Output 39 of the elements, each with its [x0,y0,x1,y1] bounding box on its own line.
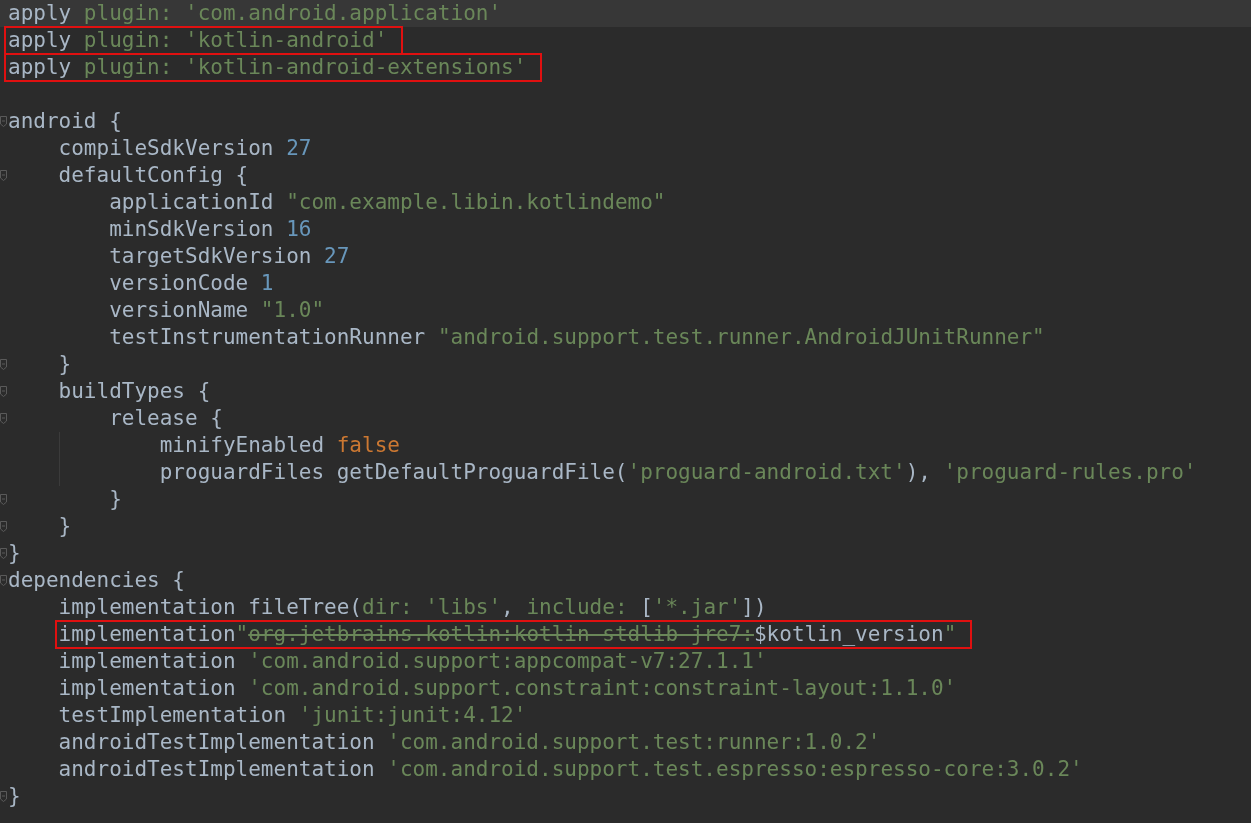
code-line: applicationId "com.example.libin.kotlindemo" [109,189,666,216]
code-line: apply plugin: 'kotlin-android' [8,27,388,54]
fold-marker-icon[interactable] [0,386,7,397]
code-line: versionName "1.0" [109,297,325,324]
code-line: } [58,351,72,378]
code-line: minSdkVersion 16 [109,216,312,243]
fold-marker-icon[interactable] [0,494,7,505]
fold-marker-icon[interactable] [0,359,7,370]
code-line: minifyEnabled false [159,432,400,459]
code-line: testInstrumentationRunner "android.support.test.runner.AndroidJUnitRunner" [109,324,1045,351]
code-line: } [109,486,122,513]
code-line: release { [109,405,223,432]
code-line: } [58,513,72,540]
code-line: } [8,783,21,810]
code-line: targetSdkVersion 27 [109,243,350,270]
code-line: apply plugin: 'com.android.application' [8,0,502,27]
code-line: androidTestImplementation 'com.android.support.test:runner:1.0.2' [58,729,881,756]
fold-marker-icon[interactable] [0,413,7,424]
fold-marker-icon[interactable] [0,116,7,127]
code-line: compileSdkVersion 27 [58,135,312,162]
code-line: implementation 'com.android.support:appcompat-v7:27.1.1' [58,648,767,675]
code-line: versionCode 1 [109,270,274,297]
code-line: android { [8,108,122,135]
fold-marker-icon[interactable] [0,791,7,802]
fold-marker-icon[interactable] [0,170,7,181]
code-line: androidTestImplementation 'com.android.support.test.espresso:espresso-core:3.0.2' [58,756,1083,783]
fold-marker-icon[interactable] [0,575,7,586]
code-line: defaultConfig { [58,162,249,189]
code-line: implementation fileTree(dir: 'libs', include: ['*.jar']) [58,594,767,621]
code-line: testImplementation 'junit:junit:4.12' [58,702,527,729]
code-line: implementation 'com.android.support.constraint:constraint-layout:1.1.0' [58,675,957,702]
code-line: apply plugin: 'kotlin-android-extensions' [8,54,527,81]
code-line: proguardFiles getDefaultProguardFile('proguard-android.txt'), 'proguard-rules.pro' [159,459,1197,486]
code-line: dependencies { [8,567,185,594]
fold-marker-icon[interactable] [0,548,7,559]
code-line: implementation"org.jetbrains.kotlin:kotlin-stdlib-jre7:$kotlin_version" [58,621,957,648]
code-line: } [8,540,21,567]
fold-marker-icon[interactable] [0,521,7,532]
code-line: buildTypes { [58,378,211,405]
